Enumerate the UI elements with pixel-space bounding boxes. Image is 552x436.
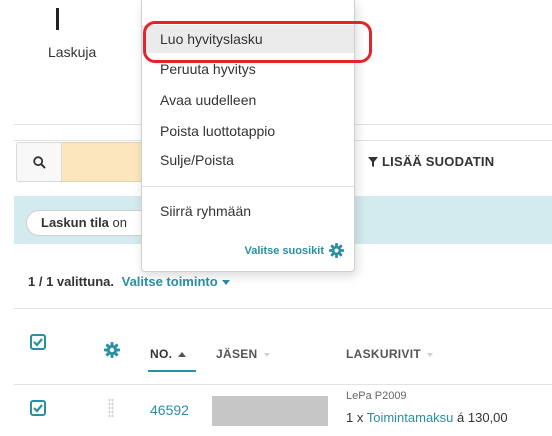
search-input[interactable] <box>62 142 152 182</box>
invoice-number-link[interactable]: 46592 <box>150 402 189 418</box>
column-header-member[interactable]: JÄSEN <box>216 347 270 361</box>
column-header-number[interactable]: NO. <box>150 347 187 361</box>
selection-count: 1 / 1 valittuna. <box>28 274 114 289</box>
invoice-row-qty: 1 x <box>346 410 367 425</box>
checkbox-checked-icon <box>33 404 43 413</box>
add-filter-label: LISÄÄ SUODATIN <box>382 154 495 169</box>
checkbox-checked-icon <box>33 338 43 347</box>
sort-icon <box>263 352 270 357</box>
column-settings-gear-icon[interactable] <box>104 342 120 358</box>
filter-chip-invoice-status[interactable]: Laskun tila on <box>26 210 156 236</box>
sort-ascending-icon <box>178 352 187 358</box>
invoice-row-code: LePa P2009 <box>346 390 407 402</box>
menu-item-reopen[interactable]: Avaa uudelleen <box>142 86 354 114</box>
select-all-checkbox[interactable] <box>30 334 46 350</box>
chevron-down-icon <box>221 280 230 286</box>
highlight-annotation <box>143 21 372 63</box>
add-filter-button[interactable]: LISÄÄ SUODATIN <box>368 154 494 169</box>
row-checkbox[interactable] <box>30 400 46 416</box>
invoice-row-description: 1 x Toimintamaksu á 130,00 <box>346 410 508 425</box>
invoices-count-bar <box>56 8 59 30</box>
filter-chip-rest: on <box>108 215 127 230</box>
menu-divider <box>142 186 354 187</box>
filter-chip-key: Laskun tila <box>41 215 109 230</box>
menu-item-remove-credit-loss[interactable]: Poista luottotappio <box>142 117 354 145</box>
table-top-divider <box>14 308 552 309</box>
drag-handle-icon[interactable] <box>108 398 114 418</box>
invoices-label: Laskuja <box>48 44 97 60</box>
active-sort-underline <box>148 370 196 372</box>
search-icon <box>32 155 46 169</box>
invoice-row-product-link[interactable]: Toimintamaksu <box>367 410 454 425</box>
invoice-row-price: á 130,00 <box>453 410 508 425</box>
search-button[interactable] <box>16 142 62 182</box>
column-invoice-rows-label: LASKURIVIT <box>346 347 421 361</box>
column-header-invoice-rows[interactable]: LASKURIVIT <box>346 347 433 361</box>
sort-icon <box>427 352 433 357</box>
menu-item-move-to-group[interactable]: Siirrä ryhmään <box>142 197 354 225</box>
gear-icon <box>329 243 344 258</box>
column-member-label: JÄSEN <box>216 347 258 361</box>
selection-summary: 1 / 1 valittuna. Valitse toiminto <box>28 274 230 289</box>
header-row-divider <box>14 384 552 385</box>
column-number-label: NO. <box>150 347 173 361</box>
filter-icon <box>368 156 378 167</box>
menu-item-close-delete[interactable]: Sulje/Poista <box>142 146 354 174</box>
choose-action-dropdown[interactable]: Valitse toiminto <box>122 274 230 289</box>
choose-favorites-link[interactable]: Valitse suosikit <box>245 243 344 258</box>
choose-action-label: Valitse toiminto <box>121 274 218 289</box>
member-name-redacted <box>212 396 328 426</box>
choose-favorites-label: Valitse suosikit <box>244 244 324 257</box>
